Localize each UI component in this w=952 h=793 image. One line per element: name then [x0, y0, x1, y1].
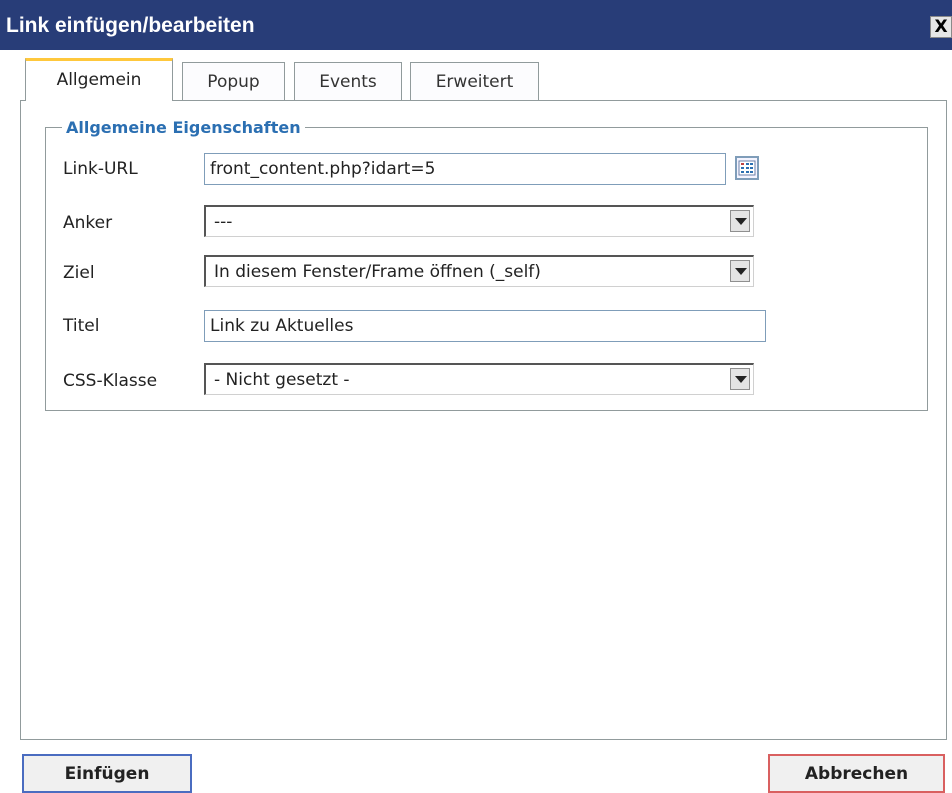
close-button[interactable]: X	[930, 16, 952, 38]
browse-list-icon	[738, 160, 756, 176]
title-input[interactable]: Link zu Aktuelles	[204, 310, 766, 342]
css-class-select[interactable]: - Nicht gesetzt -	[204, 363, 754, 395]
chevron-down-icon	[730, 210, 750, 232]
tab-erweitert[interactable]: Erweitert	[410, 62, 539, 100]
tab-allgemein[interactable]: Allgemein	[25, 58, 173, 101]
target-select-value: In diesem Fenster/Frame öffnen (_self)	[214, 262, 541, 282]
anchor-select-value: ---	[214, 212, 233, 232]
link-url-input[interactable]: front_content.php?idart=5	[204, 153, 726, 185]
chevron-down-icon	[730, 368, 750, 390]
browse-icon[interactable]	[735, 156, 759, 180]
css-class-label: CSS-Klasse	[63, 371, 158, 391]
tab-popup[interactable]: Popup	[182, 62, 285, 100]
anchor-select[interactable]: ---	[204, 205, 754, 237]
link-url-label: Link-URL	[63, 159, 138, 179]
css-class-select-value: - Nicht gesetzt -	[214, 370, 350, 390]
target-label: Ziel	[63, 263, 95, 283]
insert-button[interactable]: Einfügen	[22, 754, 192, 793]
title-label: Titel	[63, 316, 100, 336]
dialog-title: Link einfügen/bearbeiten	[6, 14, 255, 37]
title-bar: Link einfügen/bearbeiten X	[0, 0, 952, 50]
anchor-label: Anker	[63, 213, 113, 233]
target-select[interactable]: In diesem Fenster/Frame öffnen (_self)	[204, 255, 754, 287]
cancel-button[interactable]: Abbrechen	[768, 754, 945, 793]
fieldset-legend: Allgemeine Eigenschaften	[62, 118, 305, 138]
tab-events[interactable]: Events	[294, 62, 402, 100]
chevron-down-icon	[730, 260, 750, 282]
